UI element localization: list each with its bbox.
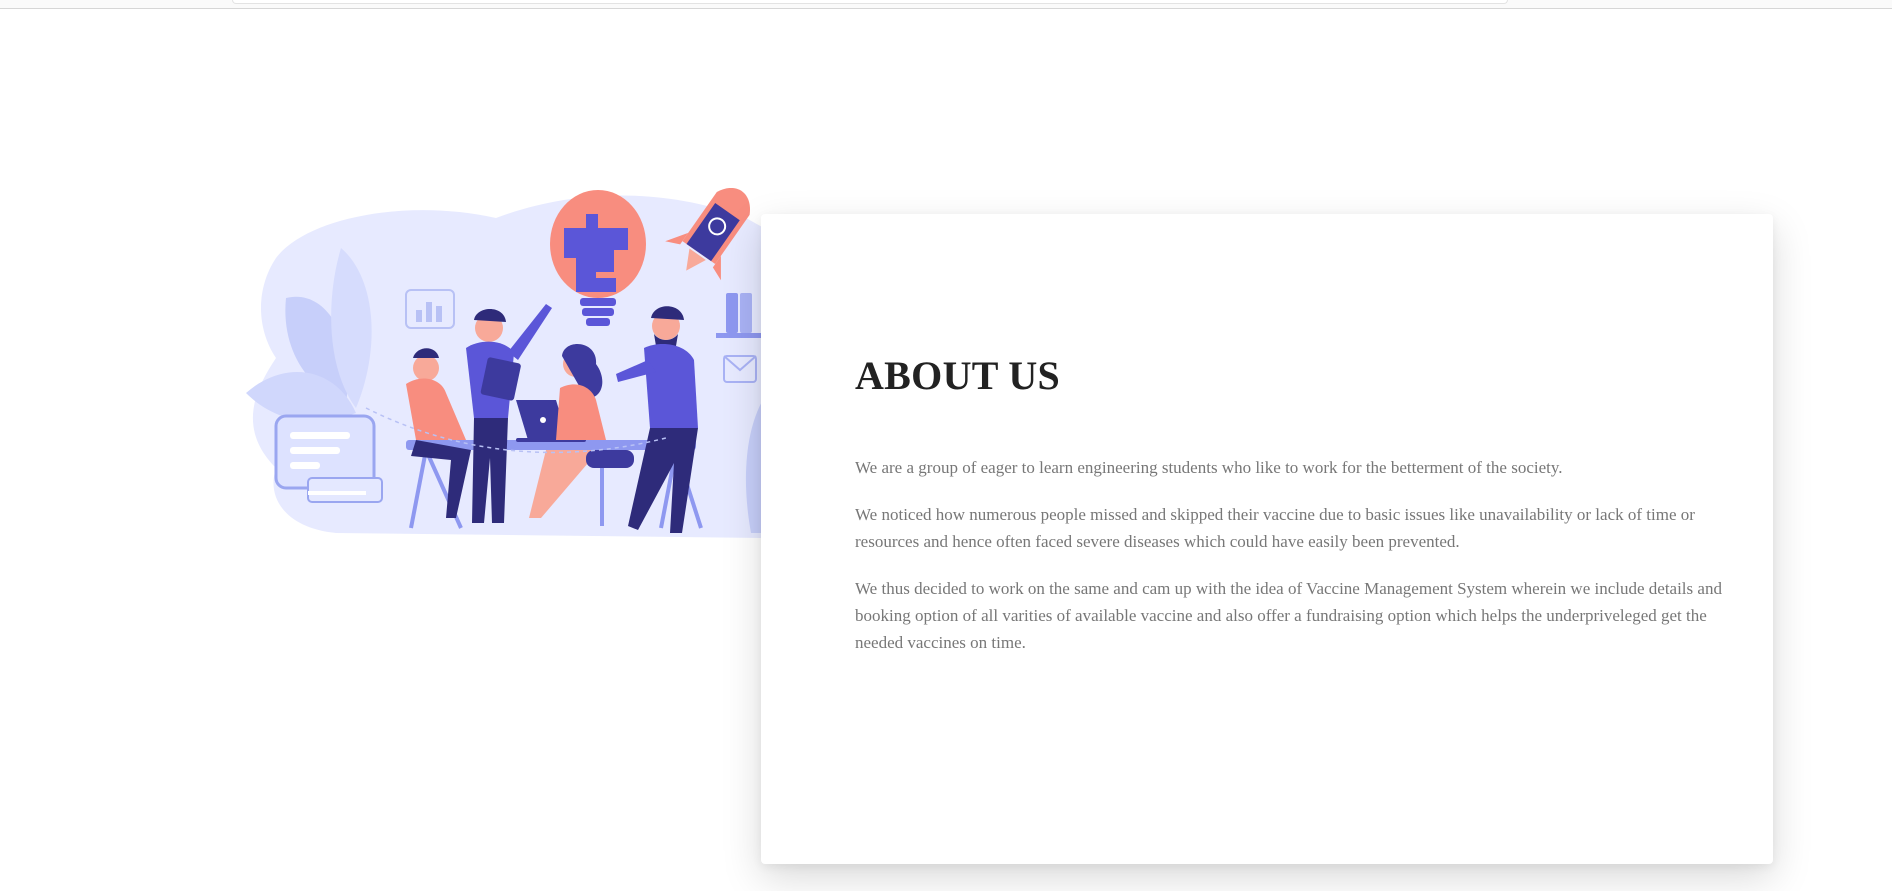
about-us-heading: ABOUT US bbox=[855, 353, 1061, 398]
browser-top-strip bbox=[0, 0, 1892, 9]
team-illustration bbox=[246, 188, 764, 546]
about-us-card: ABOUT US We are a group of eager to lear… bbox=[761, 214, 1773, 864]
about-paragraph-1: We are a group of eager to learn enginee… bbox=[855, 458, 1563, 477]
about-us-body: We are a group of eager to learn enginee… bbox=[855, 454, 1731, 676]
about-paragraph-3: We thus decided to work on the same and … bbox=[855, 579, 1722, 652]
browser-tab-edge bbox=[232, 0, 1508, 4]
about-paragraph-2: We noticed how numerous people missed an… bbox=[855, 505, 1695, 551]
